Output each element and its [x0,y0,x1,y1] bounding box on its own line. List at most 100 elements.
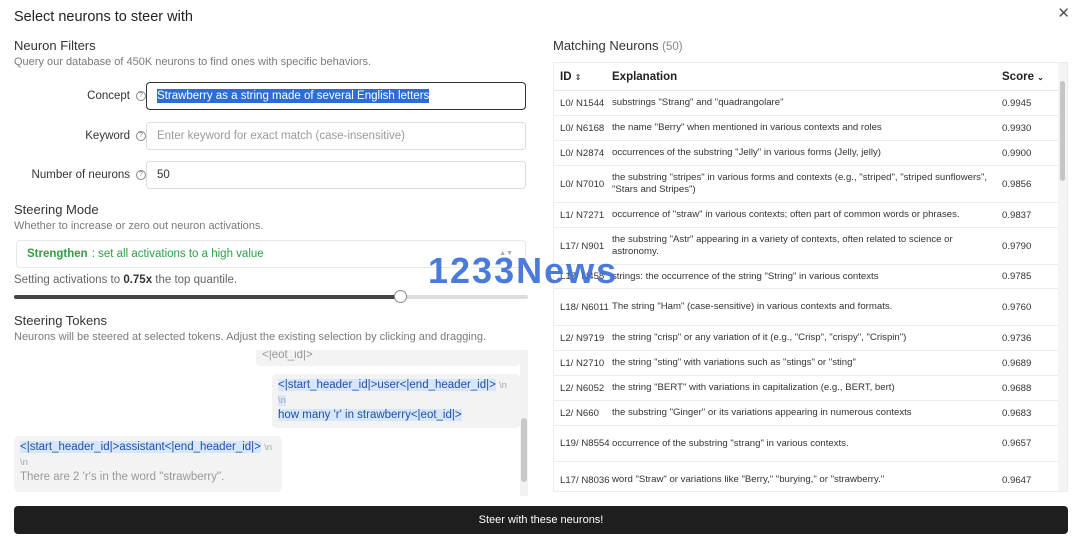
keyword-placeholder: Enter keyword for exact match (case-inse… [157,130,405,142]
col-id[interactable]: ID ⇕ [554,71,612,83]
neurons-input[interactable]: 50 [146,161,526,189]
table-row[interactable]: L17/ N901 the substring "Astr" appearing … [554,228,1067,265]
cell-id: L1/ N2710 [560,357,605,369]
mode-option-rest: : set all activations to a high value [91,248,264,260]
steer-dialog: Select neurons to steer with ✕ Neuron Fi… [0,0,1080,541]
cell-id: L18/ N6011 [560,301,609,313]
table-row[interactable]: L1/ N7271 occurrence of "straw" in variou… [554,203,1067,228]
cell-id: L17/ N8036 [560,474,610,486]
prev-message: <|eot_id|> [256,350,520,366]
assistant-msg-text[interactable]: There are 2 'r's in the word "strawberry… [20,471,224,483]
col-explanation: Explanation [612,70,678,83]
cell-exp: the substring "Astr" appearing in a vari… [612,234,953,257]
keyword-label: Keyword [85,130,130,142]
matching-count: (50) [662,41,683,53]
cell-exp: strings: the occurrence of the string "S… [612,270,879,282]
concept-input[interactable]: Strawberry as a string made of several E… [146,82,526,110]
right-pane: Matching Neurons (50) ID ⇕ Explanation S… [553,38,1068,492]
table-row[interactable]: L0/ N1544 substrings "Strang" and "quadra… [554,91,1067,116]
assistant-header-token[interactable]: <|start_header_id|>assistant<|end_header… [20,441,261,453]
table-row[interactable]: L18/ N6011 The string "Ham" (case-sensiti… [554,289,1067,326]
cell-exp: the substring "Ginger" or its variations… [612,407,912,418]
neurons-row: Number of neurons? 50 [14,160,528,190]
cell-id: L0/ N1544 [560,97,605,109]
neurons-label: Number of neurons [31,169,130,181]
slider-thumb[interactable] [393,290,407,303]
assistant-message[interactable]: <|start_header_id|>assistant<|end_header… [14,436,282,492]
newline-token[interactable]: \n [264,442,272,453]
cell-exp: the substring "stripes" in various forms… [612,172,988,195]
dialog-title: Select neurons to steer with [14,9,193,25]
cell-id: L2/ N660 [560,407,599,419]
scrollbar-thumb[interactable] [521,418,527,482]
cell-exp: the string "BERT" with variations in cap… [612,382,895,393]
cell-score: 0.9689 [1002,357,1032,369]
mode-subtitle: Whether to increase or zero out neuron a… [14,220,264,232]
matching-title: Matching Neurons (50) [553,38,683,53]
mode-title: Steering Mode [14,202,99,217]
cell-id: L0/ N7010 [560,178,605,190]
user-header-token[interactable]: <|start_header_id|>user<|end_header_id|> [278,379,496,391]
close-icon[interactable]: ✕ [1057,4,1070,22]
cell-score: 0.9647 [1002,474,1032,486]
user-message[interactable]: <|start_header_id|>user<|end_header_id|>… [272,374,520,428]
neurons-table: ID ⇕ Explanation Score ⌄ L0/ N1544 substr… [553,62,1068,492]
help-icon[interactable]: ? [136,131,146,141]
activation-slider[interactable] [14,290,528,303]
steer-button[interactable]: Steer with these neurons! [14,506,1068,534]
help-icon[interactable]: ? [136,170,146,180]
table-body: L0/ N1544 substrings "Strang" and "quadra… [554,91,1067,491]
token-chat[interactable]: <|eot_id|> <|start_header_id|>user<|end_… [14,350,528,496]
table-row[interactable]: L17/ N458 strings: the occurrence of the … [554,265,1067,289]
cell-id: L2/ N6052 [560,382,605,394]
cell-score: 0.9837 [1002,209,1032,221]
table-row[interactable]: L2/ N9719 the string "crisp" or any varia… [554,326,1067,351]
table-row[interactable]: L1/ N2710 the string "sting" with variati… [554,351,1067,376]
cell-id: L0/ N2874 [560,147,605,159]
table-row[interactable]: L2/ N660 the substring "Ginger" or its va… [554,401,1067,426]
concept-value: Strawberry as a string made of several E… [157,89,430,103]
concept-label: Concept [87,90,130,102]
cell-score: 0.9790 [1002,240,1032,252]
neurons-value: 50 [157,169,170,181]
watermark-logo: 1233News [428,250,619,291]
cell-score: 0.9657 [1002,438,1032,449]
table-row[interactable]: L2/ N6052 the string "BERT" with variatio… [554,376,1067,401]
cell-score: 0.9900 [1002,147,1032,159]
table-row[interactable]: L0/ N6168 the name "Berry" when mentioned… [554,116,1067,141]
table-row[interactable]: L17/ N8036 word "Straw" or variations lik… [554,462,1067,491]
newline-token[interactable]: \n [278,395,286,406]
cell-id: L19/ N8554 [560,438,610,449]
cell-exp: the string "crisp" or any variation of i… [612,332,907,343]
cell-score: 0.9683 [1002,407,1032,419]
table-header: ID ⇕ Explanation Score ⌄ [554,63,1067,91]
activation-text: Setting activations to 0.75x the top qua… [14,274,238,286]
cell-id: L2/ N9719 [560,332,605,344]
tokens-header: Steering Tokens Neurons will be steered … [14,313,486,343]
cell-exp: occurrence of the substring "strang" in … [612,437,849,449]
user-msg-token[interactable]: how many 'r' in strawberry<|eot_id|> [278,409,462,421]
table-row[interactable]: L0/ N2874 occurrences of the substring "J… [554,141,1067,166]
scrollbar-thumb[interactable] [1060,81,1065,181]
cell-exp: the string "sting" with variations such … [612,357,856,368]
newline-token[interactable]: \n [499,380,507,391]
cell-exp: the name "Berry" when mentioned in vario… [612,122,882,133]
table-row[interactable]: L0/ N7010 the substring "stripes" in vari… [554,166,1067,203]
table-row[interactable]: L19/ N8554 occurrence of the substring "s… [554,426,1067,462]
newline-token[interactable]: \n [20,457,28,468]
concept-row: Concept? Strawberry as a string made of … [14,81,528,111]
cell-id: L0/ N6168 [560,122,605,134]
keyword-row: Keyword? Enter keyword for exact match (… [14,121,528,151]
chat-scrollbar[interactable] [520,350,528,496]
cell-score: 0.9930 [1002,122,1032,134]
filters-title: Neuron Filters [14,38,96,53]
activation-value: 0.75x [123,274,153,286]
sort-icon: ⇕ [574,72,582,82]
help-icon[interactable]: ? [136,91,146,101]
cell-exp: occurrences of the substring "Jelly" in … [612,147,881,158]
table-scrollbar[interactable] [1058,63,1067,491]
filters-subtitle: Query our database of 450K neurons to fi… [14,56,372,68]
slider-fill [14,295,400,299]
col-score[interactable]: Score ⌄ [1002,71,1052,83]
keyword-input[interactable]: Enter keyword for exact match (case-inse… [146,122,526,150]
